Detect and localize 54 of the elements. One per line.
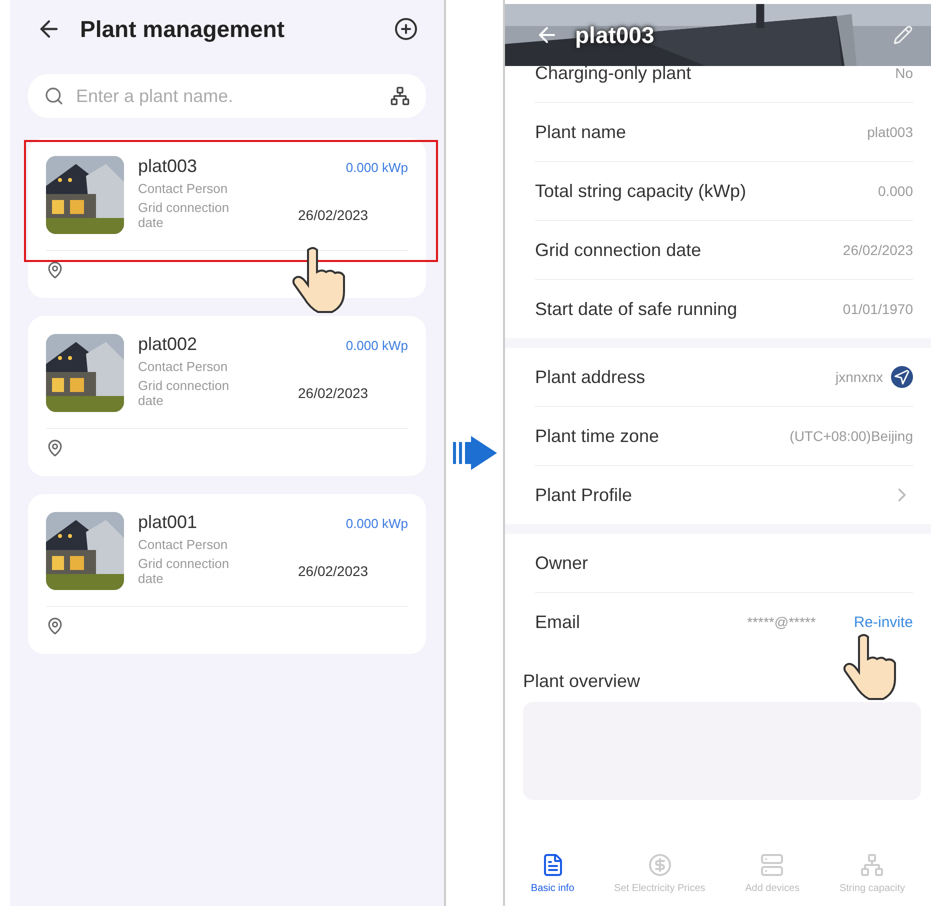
server-icon — [760, 853, 784, 877]
re-invite-link[interactable]: Re-invite — [854, 614, 913, 630]
grid-date: 26/02/2023 — [298, 563, 368, 579]
field-value: 01/01/1970 — [842, 301, 913, 317]
plant-name: plat001 — [138, 512, 198, 533]
network-icon[interactable] — [390, 86, 410, 106]
field-label: Plant name — [535, 122, 628, 142]
grid-date-label: Grid connection date — [138, 378, 230, 408]
field-label: Plant Profile — [535, 484, 634, 506]
field-label: Plant time zone — [535, 426, 660, 446]
field-value: 0.000 — [878, 183, 913, 199]
field-value: jxnnxnx — [836, 369, 883, 385]
search-icon — [44, 86, 64, 106]
field-label: Email — [535, 612, 582, 632]
grid-date: 26/02/2023 — [298, 385, 368, 401]
arrow-icon — [452, 436, 496, 470]
plant-card[interactable]: plat002 0.000 kWp Contact Person Grid connection date 26/02/2023 — [28, 316, 426, 476]
section-title: Plant overview — [522, 670, 642, 693]
field-label: Start date of safe running — [535, 298, 738, 320]
field-label: Plant address — [535, 366, 646, 388]
field-value: 26/02/2023 — [842, 242, 913, 258]
plant-capacity: 0.000 kWp — [346, 160, 408, 175]
field-value: plat003 — [867, 124, 913, 140]
location-icon[interactable] — [891, 366, 913, 388]
field-value: No — [895, 65, 913, 81]
field-label: Total string capacity (kWp) — [535, 180, 748, 202]
contact-label: Contact Person — [138, 359, 229, 374]
grid-date-label: Grid connection date — [138, 556, 230, 586]
plant-capacity: 0.000 kWp — [346, 516, 408, 531]
grid-date: 26/02/2023 — [298, 207, 368, 223]
add-icon[interactable] — [394, 17, 418, 41]
plant-card[interactable]: plat001 0.000 kWp Contact Person Grid connection date 26/02/2023 — [28, 494, 426, 654]
list-row[interactable]: Plant Profile — [535, 466, 913, 524]
location-pin-icon[interactable] — [46, 261, 64, 279]
location-pin-icon[interactable] — [46, 617, 64, 635]
location-pin-icon[interactable] — [46, 439, 64, 457]
contact-label: Contact Person — [138, 537, 229, 552]
field-label: Grid connection date — [535, 240, 702, 260]
field-value: *****@***** — [747, 614, 816, 630]
field-label: Owner — [535, 552, 590, 574]
search-bar[interactable]: Enter a plant name. — [28, 74, 426, 118]
network-icon — [860, 853, 884, 877]
plant-name: plat002 — [138, 334, 198, 355]
search-field[interactable]: Enter a plant name. — [74, 84, 380, 108]
field-value: (UTC+08:00)Beijing — [790, 428, 913, 444]
coin-icon — [648, 853, 672, 877]
page-title: plat003 — [575, 22, 656, 48]
page-title: Plant management — [80, 16, 286, 42]
plant-name: plat003 — [138, 156, 198, 177]
contact-label: Contact Person — [138, 181, 229, 196]
field-label: Charging-only plant — [535, 62, 692, 84]
plant-capacity: 0.000 kWp — [346, 338, 408, 353]
grid-date-label: Grid connection date — [138, 200, 230, 230]
tab[interactable]: Basic info — [530, 853, 574, 894]
